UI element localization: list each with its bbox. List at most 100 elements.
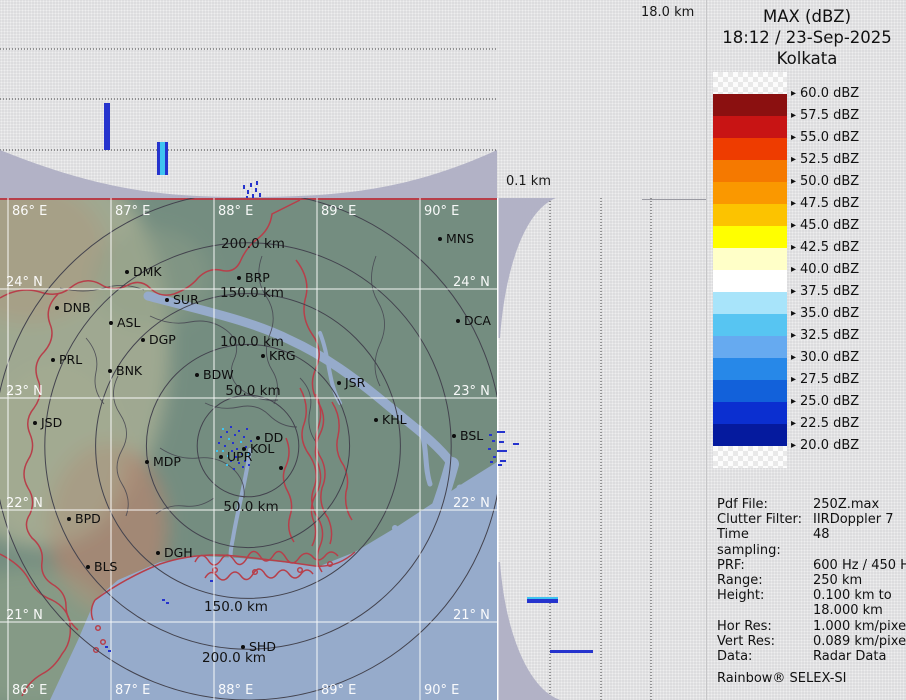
legend-entry-label: 32.5 dBZ (800, 328, 860, 343)
legend-entry: ▸ 22.5 dBZ (791, 416, 859, 432)
legend-arrow-icon: ▸ (791, 154, 797, 165)
legend-arrow-icon: ▸ (791, 198, 797, 209)
city-label: MNS (446, 231, 474, 246)
color-cell (713, 380, 787, 402)
legend-entry-label: 55.0 dBZ (800, 130, 860, 145)
legend-arrow-icon: ▸ (791, 352, 797, 363)
info-row: 18.000 km (717, 603, 903, 618)
info-label: Hor Res: (717, 618, 772, 634)
software-credit: Rainbow® SELEX-SI (717, 671, 847, 687)
legend-entry-label: 35.0 dBZ (800, 306, 860, 321)
color-cell (713, 160, 787, 182)
echo-speck (497, 450, 507, 452)
beyond-range-mask (497, 198, 556, 338)
color-cell (713, 314, 787, 336)
longitude-label: 88° E (218, 204, 253, 219)
city-label: UPR (227, 449, 253, 464)
info-label: Data: (717, 649, 753, 665)
echo-speck (499, 441, 504, 443)
color-scale (713, 72, 787, 468)
info-row: Hor Res: 1.000 km/pixel (717, 618, 906, 634)
city-label: ASL (117, 315, 140, 330)
info-label: Time sampling: (717, 527, 781, 558)
legend-entry-label: 57.5 dBZ (800, 108, 860, 123)
legend-entry-label: 42.5 dBZ (800, 240, 860, 255)
info-row: PRF: 600 Hz / 450 Hz (717, 558, 906, 573)
echo-speck (259, 193, 261, 197)
legend-entry-label: 40.0 dBZ (800, 262, 860, 277)
legend-entry-label: 37.5 dBZ (800, 284, 860, 299)
radar-map-canvas: 86° E 86° E 87° E 87° E 88° E 88° E 89° E 89° E… (0, 198, 497, 700)
echo-speck (513, 443, 519, 445)
profile-max-height-label: 18.0 km (641, 5, 695, 20)
station-name: Kolkata (776, 49, 838, 69)
info-label: Height: (717, 588, 765, 604)
info-value: IIRDoppler 7 (813, 512, 894, 528)
profile-min-height-label: 0.1 km (506, 174, 551, 189)
city-label: BRP (245, 270, 270, 285)
latitude-label: 22° N (6, 496, 43, 511)
city-label: BDW (203, 367, 234, 382)
legend-entry: ▸ 40.0 dBZ (791, 262, 859, 278)
legend-entry: ▸ 32.5 dBZ (791, 328, 859, 344)
legend-arrow-icon: ▸ (791, 220, 797, 231)
echo-speck (250, 183, 252, 187)
longitude-label: 88° E (218, 683, 253, 698)
echo-profile-core (160, 142, 165, 175)
legend-arrow-icon: ▸ (791, 286, 797, 297)
legend-arrow-icon: ▸ (791, 88, 797, 99)
echo-speck (256, 181, 258, 185)
legend-arrow-icon: ▸ (791, 110, 797, 121)
latitude-label: 22° N (453, 496, 490, 511)
longitude-label: 89° E (321, 683, 356, 698)
color-cell (713, 204, 787, 226)
info-value: 250 km (813, 573, 863, 589)
latitude-label: 21° N (6, 608, 43, 623)
legend-entry: ▸ 55.0 dBZ (791, 130, 859, 146)
legend-entry: ▸ 57.5 dBZ (791, 108, 859, 124)
info-value: 0.089 km/pixel (813, 633, 906, 649)
legend-entry: ▸ 42.5 dBZ (791, 240, 859, 256)
legend-arrow-icon: ▸ (791, 418, 797, 429)
longitude-label: 90° E (424, 683, 459, 698)
ring-distance-label: 150.0 km (204, 599, 268, 615)
color-cell-transparent (713, 446, 787, 468)
longitude-label: 86° E (12, 683, 47, 698)
legend-entry-label: 25.0 dBZ (800, 394, 860, 409)
color-cell (713, 138, 787, 160)
color-cell (713, 116, 787, 138)
info-row: Pdf File: 250Z.max (717, 497, 903, 512)
info-value: 48 (813, 527, 830, 543)
legend-entry: ▸ 27.5 dBZ (791, 372, 859, 388)
color-cell (713, 270, 787, 292)
product-datetime: 18:12 / 23-Sep-2025 (722, 28, 892, 48)
info-value: 250Z.max (813, 497, 880, 512)
color-cell (713, 424, 787, 446)
color-cell (713, 292, 787, 314)
legend-panel: MAX (dBZ) 18:12 / 23-Sep-2025 Kolkata ▸ 6… (706, 0, 906, 700)
latitude-label: 24° N (453, 275, 490, 290)
info-label: Vert Res: (717, 633, 776, 649)
echo-profile-core (527, 597, 558, 599)
latitude-label: 23° N (453, 384, 490, 399)
legend-arrow-icon: ▸ (791, 440, 797, 451)
city-marker (279, 466, 283, 470)
echo-speck (255, 188, 257, 192)
legend-entry-label: 47.5 dBZ (800, 196, 860, 211)
city-label: MDP (153, 454, 181, 469)
ring-distance-label: 200.0 km (221, 236, 285, 252)
radar-display-window: 18.0 km 0.1 km 86° E 86° E 87° E 87° E 88° E… (0, 0, 906, 700)
map-panel-divider (497, 198, 499, 700)
info-row: Time sampling: 48 (717, 527, 903, 557)
side-height-profile-plot (497, 198, 652, 700)
info-label (717, 603, 813, 618)
top-height-profile-panel (0, 0, 497, 198)
echo-speck (500, 460, 506, 462)
info-row: Vert Res: 0.089 km/pixel (717, 633, 906, 649)
color-cell (713, 402, 787, 424)
info-value: 1.000 km/pixel (813, 618, 906, 634)
info-value: Radar Data (813, 649, 887, 665)
beyond-range-mask (497, 562, 560, 700)
city-label: JSD (40, 415, 62, 430)
product-info: Pdf File: 250Z.max Clutter Filter: IIRDoppl… (717, 497, 906, 687)
